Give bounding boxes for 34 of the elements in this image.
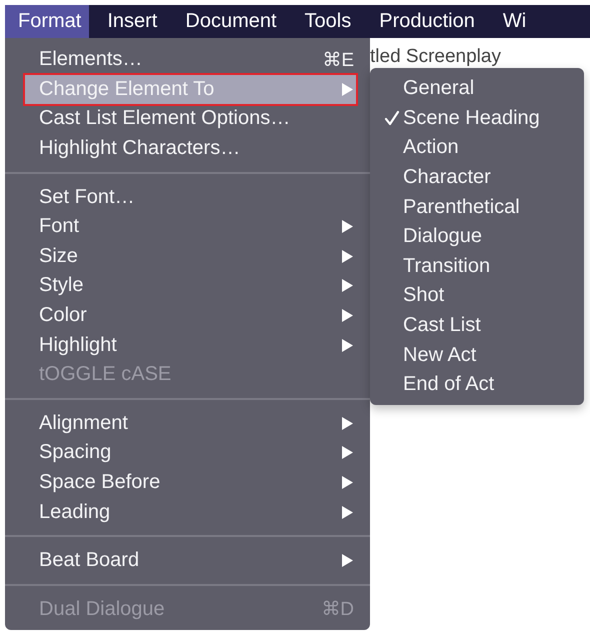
menu-bar-item[interactable]: Wi (490, 5, 536, 38)
submenu-item[interactable]: Cast List (370, 310, 584, 340)
menu-item[interactable]: Set Font… (25, 182, 356, 212)
menu-item[interactable]: Space Before (25, 468, 356, 498)
menu-item[interactable]: Beat Board (25, 546, 356, 576)
menu-bar-item[interactable]: Production (366, 5, 485, 38)
menu-item[interactable]: Alignment (25, 408, 356, 438)
menu-item[interactable]: Color (25, 300, 356, 330)
menu-bar-item[interactable]: Format (5, 5, 90, 38)
submenu-item[interactable]: Transition (370, 252, 584, 282)
submenu-item[interactable]: New Act (370, 340, 584, 370)
menu-item[interactable]: Highlight (25, 330, 356, 360)
shortcut-label: ⌘E (322, 48, 354, 72)
menu-item[interactable]: Elements… ⌘E (25, 45, 356, 75)
menu-item[interactable]: Highlight Characters… (25, 134, 356, 164)
submenu-item[interactable]: Action (370, 133, 584, 163)
submenu-item[interactable]: Character (370, 162, 584, 192)
shortcut-label: ⌘D (321, 598, 354, 622)
submenu-item[interactable]: Parenthetical (370, 192, 584, 222)
submenu-item[interactable]: End of Act (370, 370, 584, 400)
submenu-item[interactable]: Scene Heading (370, 104, 584, 134)
menu-item[interactable]: Cast List Element Options… (25, 104, 356, 134)
menu-bar-item[interactable]: Tools (292, 5, 362, 38)
menu-item[interactable]: Size (25, 242, 356, 272)
menu-bar-item[interactable]: Insert (94, 5, 168, 38)
menu-bar-item[interactable]: Document (172, 5, 287, 38)
submenu-item[interactable]: Shot (370, 281, 584, 311)
menu-item[interactable]: Style (25, 271, 356, 301)
submenu-item[interactable]: Dialogue (370, 222, 584, 252)
menu-item[interactable]: Leading (25, 497, 356, 527)
document-title: tled Screenplay (370, 45, 502, 68)
submenu-item[interactable]: General (370, 74, 584, 104)
menu-item[interactable]: Spacing (25, 438, 356, 468)
menu-item[interactable]: Font (25, 212, 356, 242)
